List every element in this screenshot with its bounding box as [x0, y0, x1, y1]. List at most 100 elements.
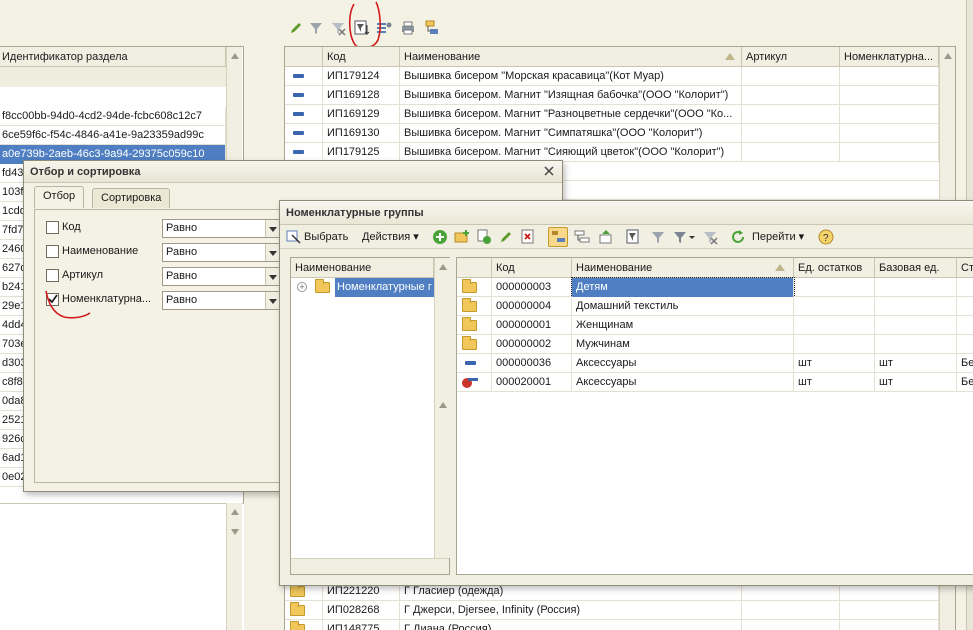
- article-cell: [742, 67, 840, 86]
- table-row[interactable]: 000000002 Мужчинам: [457, 335, 973, 354]
- name-cell: Домашний текстиль: [572, 297, 794, 316]
- scroll-up-icon[interactable]: [439, 402, 447, 408]
- left-scrollbar[interactable]: [226, 47, 242, 167]
- table-row[interactable]: f8cc00bb-94d0-4cd2-94de-fcbc608c12c7: [0, 107, 226, 126]
- gcol-base-header[interactable]: Базовая ед.: [875, 258, 957, 278]
- tree-icon[interactable]: [574, 229, 590, 245]
- refresh-icon[interactable]: [730, 229, 746, 245]
- left-lower-scrollbar[interactable]: [226, 503, 242, 630]
- groups-toolbar: Выбрать Действия ▾ Перейти ▾ ?: [280, 225, 973, 249]
- unit-cell: [794, 335, 875, 354]
- tree-hscrollbar[interactable]: [291, 558, 449, 574]
- nomen-cell: [840, 620, 939, 630]
- filter-field-row: Наименование Равно: [44, 242, 284, 262]
- condition-select[interactable]: Равно: [162, 291, 280, 310]
- left-lower-list: [0, 503, 244, 630]
- table-row[interactable]: ИП179124 Вышивка бисером "Морская красави…: [285, 67, 939, 86]
- go-menu[interactable]: Перейти ▾: [752, 229, 804, 245]
- row-icon-cell: [285, 601, 323, 620]
- add-folder-icon[interactable]: [454, 229, 470, 245]
- dropdown-icon[interactable]: [265, 220, 279, 237]
- red-annotation-underline: [45, 290, 91, 319]
- item-icon: [293, 131, 304, 135]
- item-icon: [293, 112, 304, 116]
- tab-sort[interactable]: Сортировка: [92, 188, 171, 208]
- tab-filter[interactable]: Отбор: [34, 186, 85, 208]
- help-icon[interactable]: ?: [818, 229, 834, 245]
- group-tree[interactable]: Наименование + Номенклатурные г: [290, 257, 450, 575]
- hierarchy-icon[interactable]: [548, 227, 568, 247]
- print-icon[interactable]: [400, 20, 416, 36]
- col-nomen-header[interactable]: Номенклатурна...: [840, 47, 939, 67]
- col-code-header[interactable]: Код: [323, 47, 400, 67]
- structure-icon[interactable]: [424, 20, 440, 36]
- code-cell: 000000002: [492, 335, 572, 354]
- unit-cell: [794, 278, 875, 297]
- condition-select[interactable]: Равно: [162, 243, 280, 262]
- filter-sort-icon[interactable]: [626, 229, 642, 245]
- condition-select[interactable]: Равно: [162, 267, 280, 286]
- table-row[interactable]: ИП028268 Г Джерси, Djersee, Infinity (Рос…: [285, 601, 939, 620]
- section-id-header[interactable]: Идентификатор раздела: [0, 47, 226, 67]
- condition-value: Равно: [166, 222, 198, 234]
- scroll-down-icon[interactable]: [231, 529, 239, 535]
- col-name-header[interactable]: Наименование: [400, 47, 742, 67]
- section-id-cell: f8cc00bb-94d0-4cd2-94de-fcbc608c12c7: [0, 107, 226, 126]
- col-article-header[interactable]: Артикул: [742, 47, 840, 67]
- tree-header[interactable]: Наименование: [291, 258, 434, 278]
- expand-icon[interactable]: +: [297, 282, 307, 292]
- dropdown-icon[interactable]: [265, 268, 279, 285]
- actions-menu[interactable]: Действия ▾: [362, 229, 419, 245]
- add-icon[interactable]: [432, 229, 448, 245]
- article-cell: [742, 105, 840, 124]
- copy-icon[interactable]: [476, 229, 492, 245]
- code-cell: 000000004: [492, 297, 572, 316]
- filter-checkbox[interactable]: [46, 221, 59, 234]
- code-cell: 000000001: [492, 316, 572, 335]
- filter-checkbox[interactable]: [46, 245, 59, 258]
- scroll-up-icon[interactable]: [231, 509, 239, 515]
- table-row[interactable]: ИП148775 Г Диана (Россия): [285, 620, 939, 630]
- filter-off-icon[interactable]: [702, 229, 718, 245]
- folder-icon: [462, 298, 477, 312]
- filter-icon[interactable]: [308, 20, 324, 36]
- select-button[interactable]: Выбрать: [304, 229, 348, 245]
- gcol-unit-header[interactable]: Ед. остатков: [794, 258, 875, 278]
- table-row[interactable]: 000020001АксессуарыштштБе: [457, 373, 973, 392]
- table-row[interactable]: 6ce59f6c-f54c-4846-a41e-9a23359ad99c: [0, 126, 226, 145]
- tree-scrollbar[interactable]: [434, 258, 450, 558]
- code-cell: 000000036: [492, 354, 572, 373]
- gcol-code-header[interactable]: Код: [492, 258, 572, 278]
- base-cell: [875, 297, 957, 316]
- filter-icon[interactable]: [650, 229, 666, 245]
- nomen-cell: [840, 67, 939, 86]
- delete-icon[interactable]: [520, 229, 536, 245]
- col-icon-header: [285, 47, 323, 67]
- gcol-name-header[interactable]: Наименование: [572, 258, 794, 278]
- name-cell: Аксессуары: [572, 373, 794, 392]
- table-row[interactable]: 000000004 Домашний текстиль: [457, 297, 973, 316]
- condition-select[interactable]: Равно: [162, 219, 280, 238]
- scroll-up-icon[interactable]: [439, 264, 447, 270]
- filter-checkbox[interactable]: [46, 269, 59, 282]
- close-icon[interactable]: [542, 164, 556, 178]
- table-row[interactable]: 000000036АксессуарыштштБе: [457, 354, 973, 373]
- group-table[interactable]: Код Наименование Ед. остатков Базовая ед…: [456, 257, 973, 575]
- unit-cell: шт: [794, 354, 875, 373]
- edit-icon[interactable]: [288, 20, 304, 36]
- scroll-up-icon[interactable]: [231, 53, 239, 59]
- code-cell: ИП169130: [323, 124, 400, 143]
- dropdown-icon[interactable]: [265, 292, 279, 309]
- dropdown-icon[interactable]: [265, 244, 279, 261]
- table-row[interactable]: 000000001 Женщинам: [457, 316, 973, 335]
- edit-icon[interactable]: [498, 229, 514, 245]
- scroll-up-icon[interactable]: [944, 53, 952, 59]
- table-row[interactable]: ИП169129 Вышивка бисером. Магнит "Разноцв…: [285, 105, 939, 124]
- tree-root-item[interactable]: + Номенклатурные г: [291, 278, 434, 297]
- level-up-icon[interactable]: [598, 229, 614, 245]
- filter-history-icon[interactable]: [672, 229, 696, 245]
- table-row[interactable]: 000000003 Детям: [457, 277, 973, 298]
- gcol-st-header[interactable]: Ст: [957, 258, 973, 278]
- table-row[interactable]: ИП169130 Вышивка бисером. Магнит "Симпатя…: [285, 124, 939, 143]
- table-row[interactable]: ИП169128 Вышивка бисером. Магнит "Изящная…: [285, 86, 939, 105]
